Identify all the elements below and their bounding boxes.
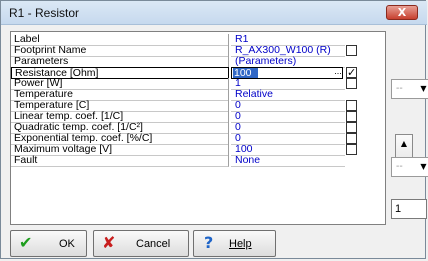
checkmark-icon: ✓ (347, 66, 357, 79)
property-value-selected[interactable]: 100 (233, 68, 258, 78)
window-title: R1 - Resistor (9, 6, 80, 20)
chevron-down-icon[interactable]: ▼ (417, 80, 428, 98)
chevron-down-icon[interactable]: ▼ (417, 158, 428, 176)
close-button[interactable]: X (386, 5, 418, 20)
property-checkbox[interactable]: ✓ (346, 67, 357, 78)
property-checkbox[interactable] (346, 133, 357, 144)
checkmark-icon: ✔ (19, 233, 33, 252)
property-value[interactable]: None (231, 155, 345, 167)
combo-box-top[interactable]: -- ▼ (391, 79, 428, 99)
question-icon: ? (204, 233, 214, 252)
help-button[interactable]: ? Help (193, 230, 276, 257)
combo-top-value: -- (396, 83, 403, 94)
property-checkbox[interactable] (346, 111, 357, 122)
title-bar[interactable]: R1 - Resistor X (1, 1, 427, 25)
arrow-up-icon[interactable]: ▲ (396, 135, 412, 152)
close-icon: X (397, 6, 407, 19)
property-grid: Label R1 Footprint Name R_AX300_W100 (R) Par… (10, 31, 386, 225)
combo-box-bottom[interactable]: -- ▼ (391, 157, 428, 177)
combo-bottom-value: -- (396, 161, 403, 172)
cancel-button[interactable]: ✘ Cancel (93, 230, 189, 257)
resistor-dialog: R1 - Resistor X Label R1 Footprint Name R_A… (0, 0, 427, 259)
property-checkbox[interactable] (346, 100, 357, 111)
property-checkbox[interactable] (346, 45, 357, 56)
property-name: Fault (11, 155, 229, 167)
red-x-icon: ✘ (102, 233, 116, 252)
property-checkbox[interactable] (346, 122, 357, 133)
help-label: Help (229, 238, 252, 250)
property-row[interactable]: Fault None (11, 155, 385, 167)
ellipsis-button[interactable]: ... (332, 67, 344, 78)
ok-button[interactable]: ✔ OK (10, 230, 87, 257)
ok-label: OK (59, 238, 75, 250)
cancel-label: Cancel (136, 238, 171, 250)
number-field[interactable]: 1 (391, 199, 427, 219)
property-checkbox[interactable] (346, 78, 357, 89)
property-checkbox[interactable] (346, 144, 357, 155)
side-panel: -- ▼ ▲ ▼ -- ▼ 1 (386, 30, 428, 230)
